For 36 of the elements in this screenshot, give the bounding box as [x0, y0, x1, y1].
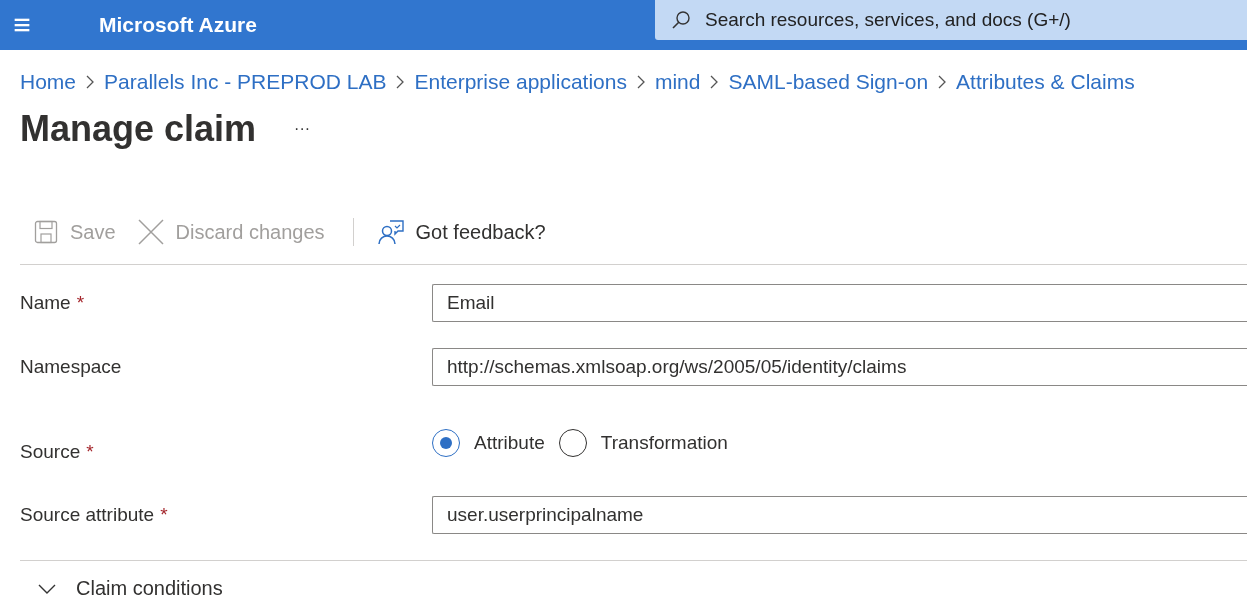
- chevron-right-icon: [710, 75, 719, 89]
- more-options-button[interactable]: ···: [294, 120, 311, 138]
- breadcrumb-link[interactable]: Enterprise applications: [414, 70, 627, 94]
- chevron-icon: [38, 583, 56, 594]
- claim-conditions-toggle[interactable]: Claim conditions: [38, 577, 223, 600]
- search-bar[interactable]: Search resources, services, and docs (G+/): [655, 0, 1247, 40]
- required-asterisk: *: [160, 504, 168, 526]
- text-field[interactable]: http://schemas.xmlsoap.org/ws/2005/05/identity/claims: [432, 348, 1247, 386]
- search-field[interactable]: Search resources, services, and docs (G+/): [703, 8, 1247, 32]
- brand-name[interactable]: Microsoft Azure: [99, 13, 655, 37]
- breadcrumb-link[interactable]: Parallels Inc - PREPROD LAB: [104, 70, 387, 94]
- breadcrumb-link[interactable]: mind: [654, 70, 701, 94]
- person-speech-icon: [377, 219, 404, 245]
- breadcrumb-link[interactable]: SAML-based Sign-on: [728, 70, 929, 94]
- breadcrumb-link[interactable]: Attributes & Claims: [956, 70, 1135, 94]
- page-title: Manage claim: [20, 108, 257, 150]
- required-asterisk: *: [76, 292, 85, 314]
- text-field[interactable]: user.userprincipalname: [432, 496, 1247, 534]
- radio-option[interactable]: Attribute: [432, 429, 545, 457]
- chevron-right-icon: [396, 75, 405, 89]
- save-icon: [34, 220, 58, 244]
- field-label: Namespace: [20, 356, 122, 378]
- chevron-right-icon: [636, 75, 645, 89]
- chevron-right-icon: [938, 75, 947, 89]
- breadcrumb-link[interactable]: Home: [20, 70, 77, 94]
- search-icon: [671, 10, 691, 30]
- menu-button[interactable]: ≡: [2, 8, 42, 42]
- required-asterisk: *: [86, 441, 94, 463]
- chevron-right-icon: [86, 75, 95, 89]
- close-icon: [137, 219, 164, 245]
- radio-option[interactable]: Transformation: [558, 429, 728, 457]
- field-label: Source: [20, 441, 81, 463]
- field-label: Name: [20, 292, 71, 314]
- text-field[interactable]: Email: [432, 284, 1247, 322]
- field-label: Source attribute: [20, 504, 155, 526]
- feedback-button[interactable]: Got feedback?: [373, 219, 558, 245]
